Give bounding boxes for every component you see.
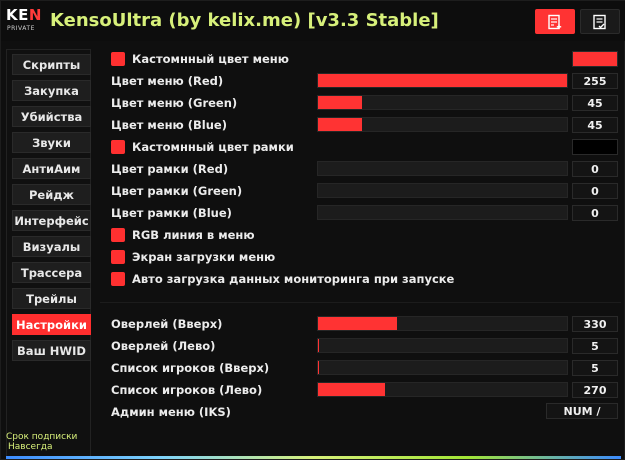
autoload-checkbox[interactable] (111, 272, 125, 286)
menu-green-value[interactable]: 45 (572, 95, 618, 111)
sidebar-item-settings[interactable]: Настройки (12, 314, 91, 335)
sidebar-item-sounds[interactable]: Звуки (12, 132, 91, 153)
subscription-value: Навсегда (8, 442, 53, 452)
sidebar-item-kills[interactable]: Убийства (12, 106, 91, 127)
menu-blue-label: Цвет меню (Blue) (111, 118, 227, 132)
players-top-slider[interactable] (317, 360, 568, 375)
note-plus-button[interactable] (535, 9, 575, 34)
admin-menu-label: Админ меню (IKS) (111, 405, 231, 419)
frame-color-swatch[interactable] (572, 139, 618, 155)
frame-red-value[interactable]: 0 (572, 161, 618, 177)
sidebar-item-hwid[interactable]: Ваш HWID (12, 340, 91, 361)
frame-blue-slider[interactable] (317, 205, 568, 220)
title-bar: KEN PRIVATE KensoUltra (by kelix.me) [v3… (1, 1, 625, 41)
menu-color-checkbox[interactable] (111, 52, 125, 66)
sidebar-item-rage[interactable]: Рейдж (12, 184, 91, 205)
logo-subtitle: PRIVATE (7, 25, 35, 32)
loading-screen-label: Экран загрузки меню (132, 250, 276, 264)
menu-blue-slider[interactable] (317, 117, 568, 132)
frame-blue-value[interactable]: 0 (572, 205, 618, 221)
checklist-icon (593, 14, 606, 29)
sidebar-item-scripts[interactable]: Скрипты (12, 54, 91, 75)
frame-blue-label: Цвет рамки (Blue) (111, 206, 232, 220)
sidebar-item-trails[interactable]: Трейлы (12, 288, 91, 309)
frame-green-value[interactable]: 0 (572, 183, 618, 199)
sidebar: Скрипты Закупка Убийства Звуки АнтиАим Р… (6, 49, 91, 459)
overlay-top-label: Оверлей (Вверх) (111, 317, 223, 331)
logo: KEN PRIVATE (6, 6, 41, 35)
overlay-left-slider[interactable] (317, 338, 568, 353)
rgb-line-checkbox[interactable] (111, 228, 125, 242)
rgb-line-label: RGB линия в меню (132, 228, 255, 242)
sidebar-item-purchase[interactable]: Закупка (12, 80, 91, 101)
app-window: KEN PRIVATE KensoUltra (by kelix.me) [v3… (0, 0, 625, 460)
menu-color-label: Кастомнный цвет меню (132, 52, 289, 66)
sidebar-item-antiaim[interactable]: АнтиАим (12, 158, 91, 179)
menu-red-slider[interactable] (317, 73, 568, 88)
frame-green-label: Цвет рамки (Green) (111, 184, 243, 198)
menu-green-slider[interactable] (317, 95, 568, 110)
sidebar-item-tracers[interactable]: Трассера (12, 262, 91, 283)
players-top-value[interactable]: 5 (572, 360, 618, 376)
menu-blue-value[interactable]: 45 (572, 117, 618, 133)
note-plus-icon (548, 14, 562, 29)
logo-text-a: KE (6, 6, 29, 24)
window-title: KensoUltra (by kelix.me) [v3.3 Stable] (50, 10, 439, 31)
players-top-label: Список игроков (Вверх) (111, 361, 270, 375)
loading-screen-checkbox[interactable] (111, 250, 125, 264)
overlay-top-slider[interactable] (317, 316, 568, 331)
overlay-left-fill (318, 339, 320, 352)
frame-color-label: Кастомнный цвет рамки (132, 140, 294, 154)
frame-color-checkbox[interactable] (111, 140, 125, 154)
autoload-label: Авто загрузка данных мониторинга при зап… (132, 272, 455, 286)
overlay-top-fill (318, 317, 397, 330)
menu-blue-fill (318, 118, 362, 131)
overlay-left-label: Оверлей (Лево) (111, 339, 216, 353)
players-left-slider[interactable] (317, 382, 568, 397)
sidebar-item-interface[interactable]: Интерфейс (12, 210, 91, 231)
menu-red-fill (318, 74, 567, 87)
rgb-line (6, 456, 621, 459)
players-top-fill (318, 361, 320, 374)
overlay-left-value[interactable]: 5 (572, 338, 618, 354)
checklist-button[interactable] (580, 9, 620, 34)
logo-text-b: N (28, 6, 42, 24)
menu-color-swatch[interactable] (572, 51, 618, 67)
frame-red-slider[interactable] (317, 161, 568, 176)
overlay-top-value[interactable]: 330 (572, 316, 618, 332)
menu-green-label: Цвет меню (Green) (111, 96, 238, 110)
players-left-value[interactable]: 270 (572, 382, 618, 398)
menu-red-value[interactable]: 255 (572, 73, 618, 89)
frame-red-label: Цвет рамки (Red) (111, 162, 229, 176)
admin-menu-hotkey[interactable]: NUM / (546, 403, 618, 419)
frame-green-slider[interactable] (317, 183, 568, 198)
sidebar-item-visuals[interactable]: Визуалы (12, 236, 91, 257)
menu-green-fill (318, 96, 362, 109)
players-left-label: Список игроков (Лево) (111, 383, 263, 397)
players-left-fill (318, 383, 386, 396)
menu-red-label: Цвет меню (Red) (111, 74, 224, 88)
